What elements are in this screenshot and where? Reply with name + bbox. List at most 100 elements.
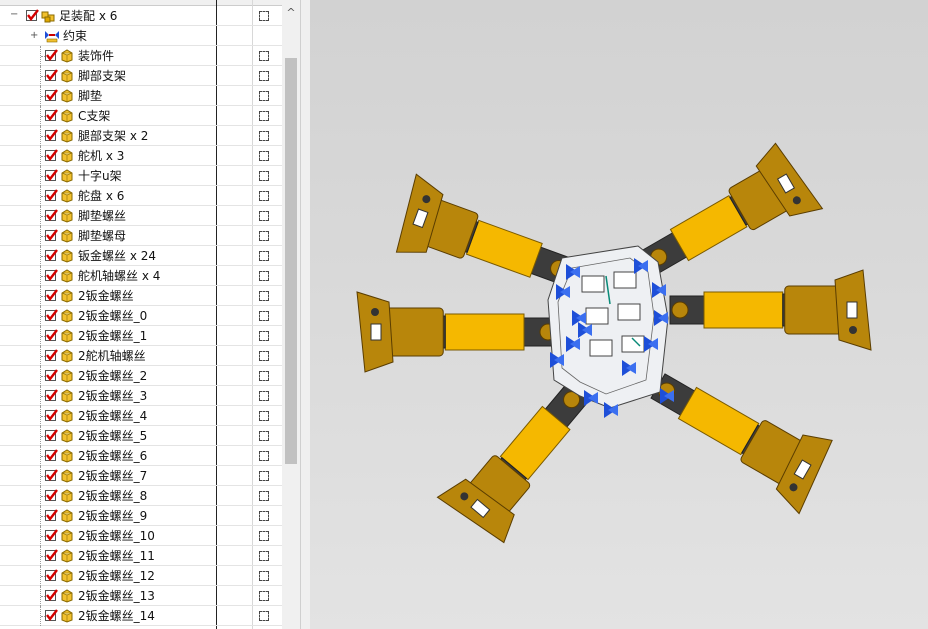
vertical-scrollbar[interactable]: ^ <box>282 0 300 629</box>
row-option-checkbox[interactable] <box>259 311 269 321</box>
row-option-checkbox[interactable] <box>259 151 269 161</box>
visibility-checkbox[interactable] <box>45 269 58 281</box>
row-option-checkbox[interactable] <box>259 511 269 521</box>
visibility-checkbox[interactable] <box>45 549 58 561</box>
panel-splitter[interactable] <box>300 0 310 629</box>
collapse-toggle[interactable]: − <box>10 10 18 20</box>
row-option-checkbox[interactable] <box>259 411 269 421</box>
tree-row-part[interactable]: 2钣金螺丝_4 <box>0 406 282 426</box>
tree-row-part[interactable]: 2钣金螺丝_3 <box>0 386 282 406</box>
visibility-checkbox[interactable] <box>45 509 58 521</box>
row-option-checkbox[interactable] <box>259 111 269 121</box>
tree-row-root[interactable]: − 足装配 x 6 <box>0 6 282 26</box>
visibility-checkbox[interactable] <box>45 109 58 121</box>
tree-row-part[interactable]: 2钣金螺丝_10 <box>0 526 282 546</box>
visibility-checkbox[interactable] <box>45 249 58 261</box>
row-option-checkbox[interactable] <box>259 51 269 61</box>
tree-row-part[interactable]: 2钣金螺丝_12 <box>0 566 282 586</box>
tree-row-part[interactable]: 2钣金螺丝_11 <box>0 546 282 566</box>
row-option-checkbox[interactable] <box>259 171 269 181</box>
tree-row-part[interactable]: 装饰件 <box>0 46 282 66</box>
row-option-checkbox[interactable] <box>259 211 269 221</box>
scroll-thumb[interactable] <box>285 58 297 464</box>
visibility-checkbox[interactable] <box>45 169 58 181</box>
visibility-checkbox[interactable] <box>45 469 58 481</box>
row-option-checkbox[interactable] <box>259 391 269 401</box>
visibility-checkbox[interactable] <box>45 369 58 381</box>
row-option-checkbox[interactable] <box>259 451 269 461</box>
row-option-checkbox[interactable] <box>259 71 269 81</box>
tree-row-part[interactable]: 2钣金螺丝_6 <box>0 446 282 466</box>
visibility-checkbox[interactable] <box>45 49 58 61</box>
tree-row-part[interactable]: 2钣金螺丝_14 <box>0 606 282 626</box>
tree-row-part[interactable]: C支架 <box>0 106 282 126</box>
row-option-checkbox[interactable] <box>259 271 269 281</box>
row-option-checkbox[interactable] <box>259 531 269 541</box>
tree-row-part[interactable]: 钣金螺丝 x 24 <box>0 246 282 266</box>
visibility-checkbox[interactable] <box>45 429 58 441</box>
tree-row-part[interactable]: 脚垫螺丝 <box>0 206 282 226</box>
visibility-checkbox[interactable] <box>45 69 58 81</box>
visibility-checkbox[interactable] <box>45 609 58 621</box>
row-option-checkbox[interactable] <box>259 11 269 21</box>
row-option-checkbox[interactable] <box>259 91 269 101</box>
tree-row-part[interactable]: 2钣金螺丝 <box>0 286 282 306</box>
row-option-checkbox[interactable] <box>259 191 269 201</box>
visibility-checkbox[interactable] <box>45 569 58 581</box>
visibility-checkbox[interactable] <box>45 209 58 221</box>
row-option-checkbox[interactable] <box>259 251 269 261</box>
scroll-up-icon[interactable]: ^ <box>282 4 300 22</box>
visibility-checkbox[interactable] <box>45 489 58 501</box>
tree-row-part[interactable]: 舵机轴螺丝 x 4 <box>0 266 282 286</box>
row-option-checkbox[interactable] <box>259 231 269 241</box>
expand-toggle[interactable]: + <box>30 31 38 41</box>
row-option-checkbox[interactable] <box>259 131 269 141</box>
row-option-checkbox[interactable] <box>259 471 269 481</box>
row-option-checkbox[interactable] <box>259 571 269 581</box>
tree-row-part[interactable]: 2钣金螺丝_0 <box>0 306 282 326</box>
row-option-checkbox[interactable] <box>259 611 269 621</box>
row-option-checkbox[interactable] <box>259 551 269 561</box>
tree-row-part[interactable]: 2钣金螺丝_1 <box>0 326 282 346</box>
row-option-checkbox[interactable] <box>259 291 269 301</box>
tree-row-part[interactable]: 脚垫螺母 <box>0 226 282 246</box>
tree-row-part[interactable]: 舵盘 x 6 <box>0 186 282 206</box>
row-option-checkbox[interactable] <box>259 371 269 381</box>
tree-row-part[interactable]: 2钣金螺丝_5 <box>0 426 282 446</box>
row-option-checkbox[interactable] <box>259 351 269 361</box>
part-icon <box>60 249 74 263</box>
tree-row-part[interactable]: 十字u架 <box>0 166 282 186</box>
visibility-checkbox[interactable] <box>45 149 58 161</box>
tree-row-part[interactable]: 2钣金螺丝_9 <box>0 506 282 526</box>
tree-row-part[interactable]: 腿部支架 x 2 <box>0 126 282 146</box>
visibility-checkbox[interactable] <box>45 289 58 301</box>
visibility-checkbox[interactable] <box>45 409 58 421</box>
tree-row-part[interactable]: 2钣金螺丝_8 <box>0 486 282 506</box>
tree-row-part[interactable]: 2钣金螺丝_7 <box>0 466 282 486</box>
tree-row-part[interactable]: 2钣金螺丝_13 <box>0 586 282 606</box>
row-option-checkbox[interactable] <box>259 331 269 341</box>
visibility-checkbox[interactable] <box>45 529 58 541</box>
graphics-viewport[interactable] <box>310 0 928 629</box>
visibility-checkbox[interactable] <box>45 189 58 201</box>
visibility-checkbox[interactable] <box>45 229 58 241</box>
hexapod-robot-model[interactable] <box>310 0 928 629</box>
tree-row-part[interactable]: 舵机 x 3 <box>0 146 282 166</box>
tree-row-part[interactable]: 2钣金螺丝_2 <box>0 366 282 386</box>
row-option-checkbox[interactable] <box>259 431 269 441</box>
visibility-checkbox[interactable] <box>45 449 58 461</box>
tree-row-constraints[interactable]: + 约束 <box>0 26 282 46</box>
visibility-checkbox[interactable] <box>45 389 58 401</box>
tree-row-part[interactable]: 2舵机轴螺丝 <box>0 346 282 366</box>
visibility-checkbox[interactable] <box>26 9 39 21</box>
row-option-checkbox[interactable] <box>259 591 269 601</box>
visibility-checkbox[interactable] <box>45 329 58 341</box>
visibility-checkbox[interactable] <box>45 129 58 141</box>
tree-row-part[interactable]: 脚部支架 <box>0 66 282 86</box>
visibility-checkbox[interactable] <box>45 309 58 321</box>
visibility-checkbox[interactable] <box>45 589 58 601</box>
visibility-checkbox[interactable] <box>45 349 58 361</box>
tree-row-part[interactable]: 脚垫 <box>0 86 282 106</box>
row-option-checkbox[interactable] <box>259 491 269 501</box>
visibility-checkbox[interactable] <box>45 89 58 101</box>
